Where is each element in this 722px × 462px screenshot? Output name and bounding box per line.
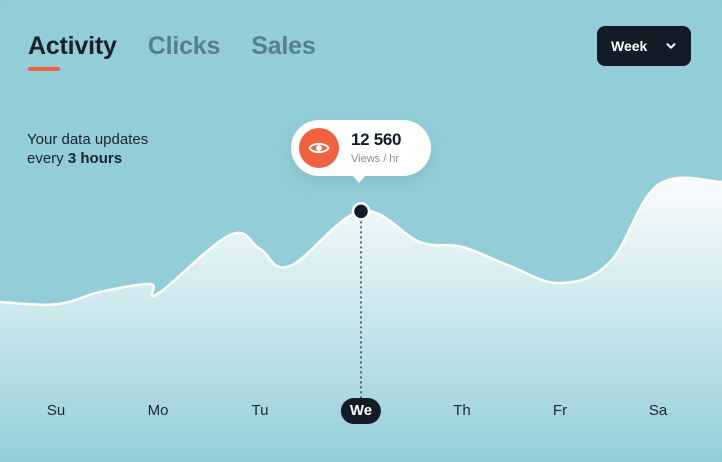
- tooltip-value: 12 560: [351, 130, 402, 149]
- activity-area-chart: [0, 176, 722, 462]
- value-tooltip: 12 560 Views / hr: [291, 120, 431, 183]
- day-label-tu[interactable]: Tu: [252, 398, 269, 424]
- day-label-sa[interactable]: Sa: [649, 398, 667, 424]
- day-label-th[interactable]: Th: [453, 398, 471, 424]
- eye-icon: [299, 128, 339, 168]
- day-axis: Su Mo Tu We Th Fr Sa: [0, 398, 722, 424]
- day-label-su[interactable]: Su: [47, 398, 65, 424]
- selected-data-point[interactable]: [351, 202, 371, 221]
- day-label-we[interactable]: We: [340, 398, 382, 424]
- day-label-fr[interactable]: Fr: [553, 398, 567, 424]
- activity-card: Activity Clicks Sales Week Your data upd…: [0, 0, 722, 462]
- day-label-mo[interactable]: Mo: [148, 398, 169, 424]
- tooltip-unit: Views / hr: [351, 153, 400, 165]
